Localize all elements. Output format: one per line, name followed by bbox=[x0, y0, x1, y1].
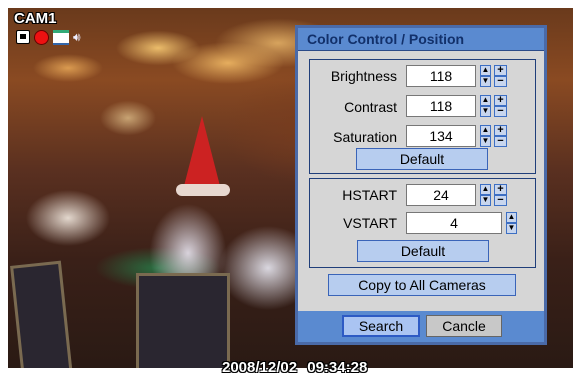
brightness-value[interactable]: 118 bbox=[406, 65, 476, 87]
network-icon bbox=[53, 29, 69, 45]
timestamp-time: 09:34:28 bbox=[307, 359, 368, 376]
contrast-spinner[interactable]: ▲ ▼ bbox=[480, 95, 491, 117]
vstart-value[interactable]: 4 bbox=[406, 212, 502, 234]
santa-hat-band bbox=[176, 184, 230, 196]
saturation-minus-icon[interactable]: − bbox=[494, 136, 507, 147]
contrast-up-icon[interactable]: ▲ bbox=[480, 95, 491, 106]
hstart-value[interactable]: 24 bbox=[406, 184, 476, 206]
hstart-label: HSTART bbox=[342, 187, 397, 203]
saturation-label: Saturation bbox=[333, 129, 397, 145]
dialog-button-bar: Search Cancle bbox=[298, 311, 544, 342]
hstart-plus-minus[interactable]: + − bbox=[494, 184, 507, 206]
brightness-up-icon[interactable]: ▲ bbox=[480, 65, 491, 76]
contrast-value[interactable]: 118 bbox=[406, 95, 476, 117]
contrast-label: Contrast bbox=[344, 99, 397, 115]
camera-name: CAM1 bbox=[14, 10, 57, 27]
timestamp: 2008/12/02 09:34:28 bbox=[222, 359, 367, 376]
vstart-label: VSTART bbox=[343, 215, 397, 231]
color-default-button[interactable]: Default bbox=[356, 148, 488, 170]
timestamp-date: 2008/12/02 bbox=[222, 359, 298, 376]
dialog-title: Color Control / Position bbox=[298, 28, 544, 51]
contrast-down-icon[interactable]: ▼ bbox=[480, 106, 491, 117]
lock-icon bbox=[16, 30, 30, 44]
brightness-spinner[interactable]: ▲ ▼ bbox=[480, 65, 491, 87]
chair-center bbox=[136, 273, 230, 368]
saturation-plus-minus[interactable]: + − bbox=[494, 125, 507, 147]
brightness-down-icon[interactable]: ▼ bbox=[480, 76, 491, 87]
cancel-button[interactable]: Cancle bbox=[426, 315, 502, 337]
brightness-plus-minus[interactable]: + − bbox=[494, 65, 507, 87]
saturation-up-icon[interactable]: ▲ bbox=[480, 125, 491, 136]
color-control-dialog: Color Control / Position Brightness 118 … bbox=[295, 25, 547, 345]
contrast-minus-icon[interactable]: − bbox=[494, 106, 507, 117]
contrast-plus-minus[interactable]: + − bbox=[494, 95, 507, 117]
vstart-spinner[interactable]: ▲ ▼ bbox=[506, 212, 517, 234]
saturation-spinner[interactable]: ▲ ▼ bbox=[480, 125, 491, 147]
brightness-minus-icon[interactable]: − bbox=[494, 76, 507, 87]
copy-to-all-cameras-button[interactable]: Copy to All Cameras bbox=[328, 274, 516, 296]
saturation-value[interactable]: 134 bbox=[406, 125, 476, 147]
vstart-down-icon[interactable]: ▼ bbox=[506, 223, 517, 234]
position-default-button[interactable]: Default bbox=[357, 240, 489, 262]
hstart-down-icon[interactable]: ▼ bbox=[480, 195, 491, 206]
hstart-up-icon[interactable]: ▲ bbox=[480, 184, 491, 195]
position-settings-group: HSTART 24 ▲ ▼ + − VSTART 4 ▲ ▼ Default bbox=[309, 178, 536, 268]
santa-hat bbox=[184, 116, 220, 186]
brightness-label: Brightness bbox=[330, 68, 397, 84]
audio-icon: 🔊︎ bbox=[73, 30, 81, 44]
hstart-spinner[interactable]: ▲ ▼ bbox=[480, 184, 491, 206]
vstart-up-icon[interactable]: ▲ bbox=[506, 212, 517, 223]
search-button[interactable]: Search bbox=[342, 315, 420, 337]
status-icons: 🔊︎ bbox=[16, 29, 81, 45]
record-icon bbox=[34, 29, 49, 45]
saturation-down-icon[interactable]: ▼ bbox=[480, 136, 491, 147]
hstart-minus-icon[interactable]: − bbox=[494, 195, 507, 206]
